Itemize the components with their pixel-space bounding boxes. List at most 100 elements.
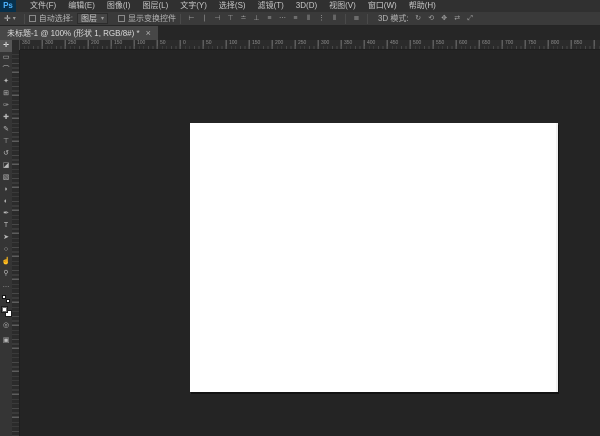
distribute-left-icon[interactable]: ⫴ [302, 12, 315, 25]
distribute-vertical-center-icon[interactable]: ⋯ [276, 12, 289, 25]
align-horizontal-center-icon[interactable]: ∣ [198, 12, 211, 25]
default-colors-icon[interactable] [2, 295, 10, 303]
auto-select-checkbox[interactable] [29, 15, 36, 22]
crop-tool[interactable]: ⊞ [0, 88, 12, 100]
ruler-label: 750 [528, 40, 536, 46]
auto-align-layers-icon[interactable]: ≣ [350, 12, 363, 25]
photoshop-logo: Ps [0, 0, 16, 12]
3d-scale-icon[interactable]: ⤢ [464, 12, 477, 25]
ruler-label: 400 [367, 40, 375, 46]
brush-tool[interactable]: ✎ [0, 124, 12, 136]
distribute-right-icon[interactable]: ⫴ [328, 12, 341, 25]
divider [345, 14, 346, 24]
align-right-icon[interactable]: ⊣ [211, 12, 224, 25]
lasso-tool[interactable]: ⌒ [0, 64, 12, 76]
pen-tool[interactable]: ✒ [0, 208, 12, 220]
menu-item-9[interactable]: 窗口(W) [362, 0, 403, 12]
tools-panel: ✛▭⌒✦⊞✑✚✎⊤↺◪▧◗◐✒T➤○☝⚲… ◎ ▣ [0, 40, 12, 436]
type-tool[interactable]: T [0, 220, 12, 232]
path-selection-tool[interactable]: ➤ [0, 232, 12, 244]
menu-item-5[interactable]: 选择(S) [213, 0, 252, 12]
menu-item-10[interactable]: 帮助(H) [403, 0, 442, 12]
distribute-top-icon[interactable]: ≡ [263, 12, 276, 25]
align-buttons: ⊢∣⊣⊤≐⊥≡⋯≡⫴⋮⫴ [185, 12, 341, 25]
3d-roll-icon[interactable]: ⟲ [425, 12, 438, 25]
align-vertical-center-icon[interactable]: ≐ [237, 12, 250, 25]
menu-item-6[interactable]: 滤镜(T) [252, 0, 290, 12]
healing-brush-tool[interactable]: ✚ [0, 112, 12, 124]
quick-selection-tool[interactable]: ✦ [0, 76, 12, 88]
blur-tool[interactable]: ◗ [0, 184, 12, 196]
ruler-label: 150 [114, 40, 122, 46]
default-background [6, 299, 10, 303]
color-swatches[interactable] [1, 306, 12, 317]
menu-item-2[interactable]: 图像(I) [101, 0, 137, 12]
ruler-label: 100 [229, 40, 237, 46]
chevron-down-icon: ▾ [101, 14, 104, 24]
ruler-origin-corner[interactable] [12, 40, 20, 50]
menu-item-7[interactable]: 3D(D) [290, 0, 323, 12]
clone-stamp-tool[interactable]: ⊤ [0, 136, 12, 148]
pasteboard[interactable] [20, 50, 600, 436]
menu-item-1[interactable]: 编辑(E) [62, 0, 101, 12]
ruler-label: 200 [91, 40, 99, 46]
ruler-label: 250 [68, 40, 76, 46]
eraser-tool[interactable]: ◪ [0, 160, 12, 172]
close-icon[interactable]: × [146, 29, 151, 38]
3d-slide-icon[interactable]: ⇄ [451, 12, 464, 25]
ruler-label: 50 [160, 40, 166, 46]
menu-item-8[interactable]: 视图(V) [323, 0, 362, 12]
horizontal-ruler[interactable]: 3503002502001501005005010015020025030035… [20, 40, 600, 49]
auto-select-target-value: 图层 [81, 14, 97, 24]
ruler-minor-ticks [20, 46, 600, 49]
ruler-label: 800 [551, 40, 559, 46]
marquee-tool[interactable]: ▭ [0, 52, 12, 64]
document-tab[interactable]: 未标题-1 @ 100% (形状 1, RGB/8#) * × [0, 26, 158, 40]
menu-items: 文件(F)编辑(E)图像(I)图层(L)文字(Y)选择(S)滤镜(T)3D(D)… [24, 0, 442, 12]
document-title: 未标题-1 @ 100% (形状 1, RGB/8#) * [7, 28, 140, 39]
vertical-ruler[interactable] [12, 50, 20, 436]
divider [180, 14, 181, 24]
quick-mask-button[interactable]: ◎ [0, 320, 12, 332]
auto-select-target-dropdown[interactable]: 图层 ▾ [77, 13, 108, 24]
align-left-icon[interactable]: ⊢ [185, 12, 198, 25]
dodge-tool[interactable]: ◐ [0, 196, 12, 208]
3d-drag-icon[interactable]: ✥ [438, 12, 451, 25]
document-tab-bar: 未标题-1 @ 100% (形状 1, RGB/8#) * × [0, 26, 600, 40]
ruler-label: 700 [505, 40, 513, 46]
3d-rotate-icon[interactable]: ↻ [412, 12, 425, 25]
mode-3d-label: 3D 模式: [378, 13, 409, 24]
align-top-icon[interactable]: ⊤ [224, 12, 237, 25]
foreground-color-swatch[interactable] [1, 306, 8, 313]
screen-mode-button[interactable]: ▣ [0, 335, 12, 347]
move-tool[interactable]: ✛ [0, 40, 12, 52]
ruler-label: 150 [252, 40, 260, 46]
gradient-tool[interactable]: ▧ [0, 172, 12, 184]
chevron-down-icon: ▾ [13, 15, 16, 22]
tool-preset-picker[interactable]: ✛ ▾ [0, 14, 20, 23]
zoom-tool[interactable]: ⚲ [0, 268, 12, 280]
document-canvas[interactable] [190, 123, 558, 392]
menu-item-0[interactable]: 文件(F) [24, 0, 62, 12]
ruler-label: 350 [22, 40, 30, 46]
hand-tool[interactable]: ☝ [0, 256, 12, 268]
align-bottom-icon[interactable]: ⊥ [250, 12, 263, 25]
mode-3d-buttons: ↻⟲✥⇄⤢ [412, 12, 477, 25]
menu-item-4[interactable]: 文字(Y) [174, 0, 213, 12]
edit-toolbar[interactable]: … [0, 280, 12, 292]
show-transform-label: 显示变换控件 [128, 13, 176, 24]
shape-tool[interactable]: ○ [0, 244, 12, 256]
ruler-label: 300 [45, 40, 53, 46]
ruler-label: 0 [183, 40, 186, 46]
ruler-label: 650 [482, 40, 490, 46]
options-bar: ✛ ▾ 自动选择: 图层 ▾ 显示变换控件 ⊢∣⊣⊤≐⊥≡⋯≡⫴⋮⫴ ≣ 3D … [0, 12, 600, 26]
distribute-horizontal-center-icon[interactable]: ⋮ [315, 12, 328, 25]
eyedropper-tool[interactable]: ✑ [0, 100, 12, 112]
show-transform-checkbox[interactable] [118, 15, 125, 22]
menu-item-3[interactable]: 图层(L) [136, 0, 174, 12]
ruler-label: 350 [344, 40, 352, 46]
ruler-label: 850 [574, 40, 582, 46]
distribute-bottom-icon[interactable]: ≡ [289, 12, 302, 25]
history-brush-tool[interactable]: ↺ [0, 148, 12, 160]
divider [24, 14, 25, 24]
